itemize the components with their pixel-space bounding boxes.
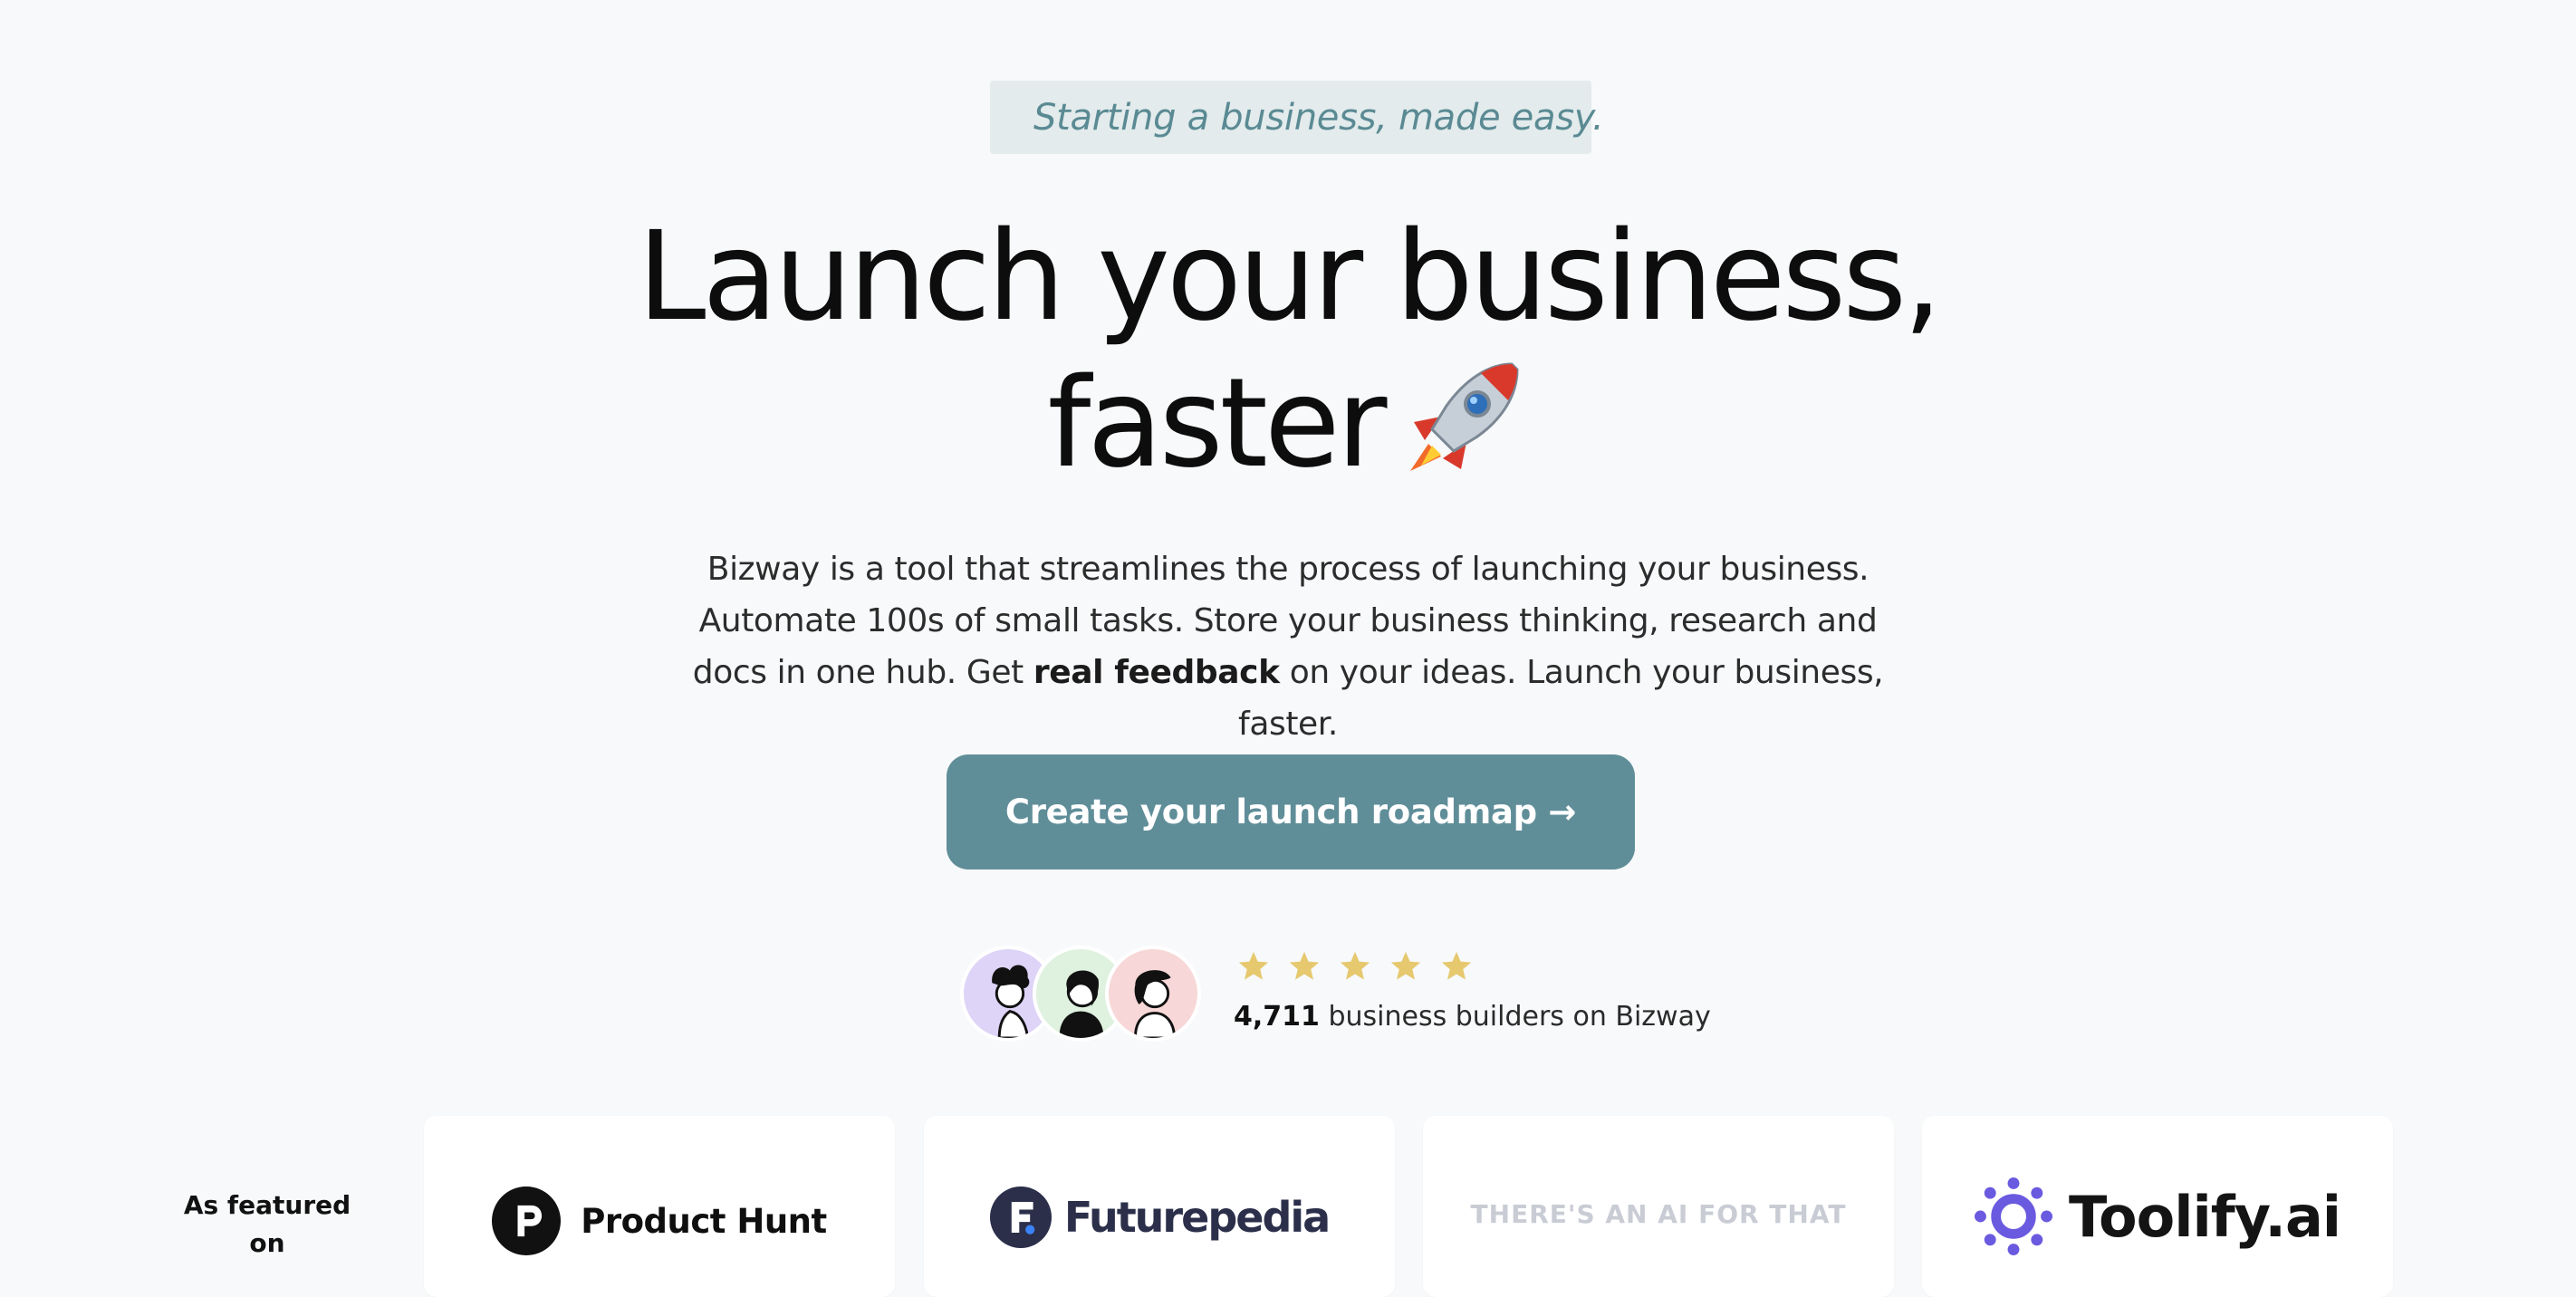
- create-roadmap-button[interactable]: Create your launch roadmap →: [947, 754, 1635, 869]
- futurepedia-label: Futurepedia: [1063, 1193, 1331, 1242]
- tagline-badge: Starting a business, made easy.: [990, 81, 1604, 154]
- page-title: Launch your business, faster: [0, 204, 2576, 508]
- headline-line-2: faster: [0, 351, 2576, 508]
- avatar: [1105, 946, 1201, 1042]
- aiforthat-label: THERE'S AN AI FOR THAT: [1470, 1199, 1847, 1229]
- featured-card-futurepedia[interactable]: Futurepedia: [924, 1116, 1395, 1297]
- tagline-text: Starting a business, made easy.: [1033, 96, 1604, 139]
- featured-card-product-hunt[interactable]: Product Hunt: [424, 1116, 895, 1297]
- star-icon: [1289, 951, 1320, 980]
- featured-label: As featured on: [183, 1190, 351, 1258]
- headline-line-1: Launch your business,: [637, 206, 1943, 349]
- builders-count-text: 4,711 business builders on Bizway: [1234, 1001, 1711, 1033]
- star-icon: [1340, 951, 1370, 980]
- toolify-label: Toolify.ai: [2068, 1183, 2341, 1250]
- star-icon: [1441, 951, 1472, 980]
- rocket-emoji-icon: [1401, 357, 1528, 508]
- avatar-group: [960, 946, 1205, 1047]
- star-icon: [1390, 951, 1421, 980]
- product-hunt-label: Product Hunt: [581, 1201, 827, 1241]
- hero-description: Bizway is a tool that streamlines the pr…: [672, 543, 1904, 750]
- description-part-2: on your ideas. Launch your business, fas…: [1238, 654, 1884, 743]
- toolify-icon: [1974, 1177, 2052, 1255]
- featured-card-toolify[interactable]: Toolify.ai: [1922, 1116, 2393, 1297]
- product-hunt-icon: [492, 1187, 562, 1255]
- star-icon: [1238, 951, 1269, 980]
- builders-count: 4,711: [1234, 1001, 1320, 1033]
- futurepedia-icon: [989, 1187, 1052, 1248]
- rating-stars: [1236, 949, 1474, 984]
- description-bold: real feedback: [1033, 654, 1280, 691]
- headline-line-2-text: faster: [1047, 352, 1388, 495]
- featured-card-aiforthat[interactable]: THERE'S AN AI FOR THAT: [1423, 1116, 1894, 1297]
- builders-label: business builders on Bizway: [1328, 1001, 1711, 1033]
